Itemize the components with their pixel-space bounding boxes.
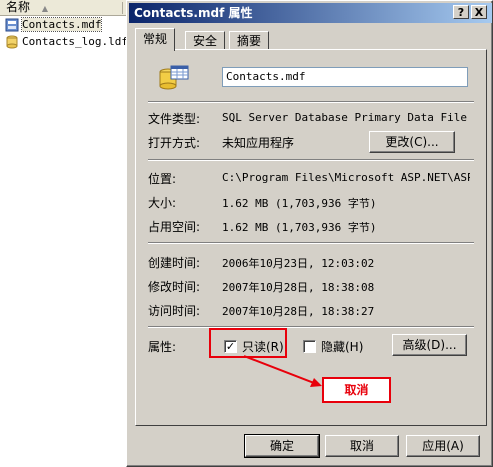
size-on-disk-label: 占用空间: [148,220,201,234]
divider [148,326,474,328]
file-row-contacts-log[interactable]: Contacts_log.ldf [2,34,128,50]
cancel-button[interactable]: 取消 [325,435,399,457]
created-label: 创建时间: [148,256,201,270]
tab-general[interactable]: 常规 [135,28,176,51]
annotation-callout: 取消 [322,377,391,403]
divider [148,159,474,161]
location-label: 位置: [148,172,177,186]
size-value: 1.62 MB (1,703,936 字节) [222,197,377,210]
opens-with-label: 打开方式: [148,136,201,150]
tab-security[interactable]: 安全 [185,31,226,50]
change-button[interactable]: 更改(C)... [369,131,455,153]
database-file-icon [5,18,19,32]
file-type-label: 文件类型: [148,112,201,126]
modified-label: 修改时间: [148,280,201,294]
ok-button[interactable]: 确定 [244,434,320,458]
created-value: 2006年10月23日, 12:03:02 [222,257,375,270]
column-header-label: 名称 [6,0,31,14]
database-icon [159,65,189,90]
log-file-icon [6,35,18,49]
properties-dialog: Contacts.mdf 属性 ? X 常规 安全 摘要 Contacts.md… [126,0,493,467]
file-name: Contacts_log.ldf [22,35,128,48]
divider [148,242,474,244]
size-on-disk-value: 1.62 MB (1,703,936 字节) [222,221,377,234]
column-divider[interactable] [122,2,123,14]
close-button[interactable]: X [471,5,487,19]
accessed-label: 访问时间: [148,304,201,318]
attributes-label: 属性: [148,340,177,354]
modified-value: 2007年10月28日, 18:38:08 [222,281,375,294]
advanced-button[interactable]: 高级(D)... [392,334,467,356]
help-button[interactable]: ? [453,5,469,19]
dialog-title: Contacts.mdf 属性 [134,6,253,20]
size-label: 大小: [148,196,177,210]
location-value: C:\Program Files\Microsoft ASP.NET\ASP.N… [222,171,470,184]
tab-summary[interactable]: 摘要 [229,31,270,50]
annotation-arrow-icon [243,355,322,387]
divider [148,101,474,103]
apply-button[interactable]: 应用(A) [406,435,480,457]
file-name-input[interactable]: Contacts.mdf [222,67,468,87]
opens-with-value: 未知应用程序 [222,136,295,150]
file-type-value: SQL Server Database Primary Data File [222,111,468,124]
file-row-contacts-mdf[interactable]: Contacts.mdf [2,17,103,33]
sort-arrow-icon: ▲ [41,4,48,13]
hidden-label[interactable]: 隐藏(H) [321,338,363,355]
dialog-titlebar[interactable]: Contacts.mdf 属性 [129,3,492,23]
accessed-value: 2007年10月28日, 18:38:27 [222,305,375,318]
file-name: Contacts.mdf [20,17,103,32]
